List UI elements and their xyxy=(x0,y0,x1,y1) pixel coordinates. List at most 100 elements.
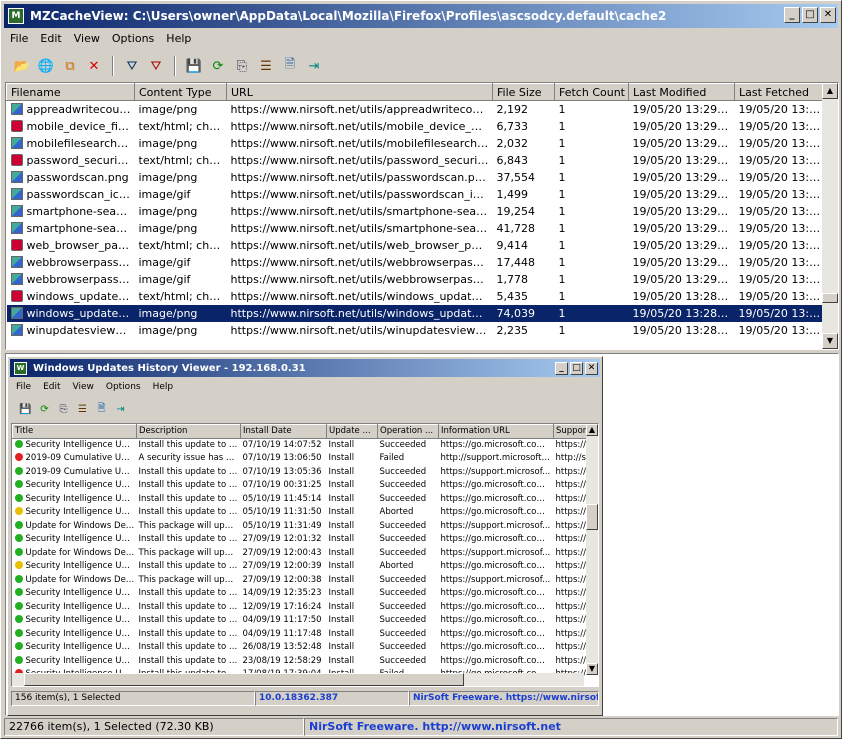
updates-column-header[interactable]: Information URL xyxy=(438,424,554,439)
updates-column-header[interactable]: Operation ... xyxy=(377,424,439,439)
updates-scroll-down[interactable]: ▼ xyxy=(586,663,598,675)
updates-scroll-up[interactable]: ▲ xyxy=(586,424,598,436)
child-minimize-button[interactable]: _ xyxy=(555,362,568,375)
updates-row[interactable]: Security Intelligence Upd...Install this… xyxy=(13,533,599,547)
column-header-file-size[interactable]: File Size xyxy=(492,83,555,101)
child-properties-icon[interactable]: ☰ xyxy=(75,402,90,417)
scroll-up-arrow[interactable]: ▲ xyxy=(822,83,838,99)
updates-row[interactable]: Security Intelligence Upd...Install this… xyxy=(13,506,599,520)
updates-row[interactable]: Security Intelligence Upd...Install this… xyxy=(13,600,599,614)
updates-cell: Succeeded xyxy=(379,534,427,545)
properties-icon[interactable]: ☰ xyxy=(256,56,276,76)
status-credit[interactable]: NirSoft Freeware. http://www.nirsoft.net xyxy=(304,718,838,736)
main-titlebar[interactable]: M MZCacheView: C:\Users\owner\AppData\Lo… xyxy=(4,4,838,28)
updates-row[interactable]: Security Intelligence Upd...Install this… xyxy=(13,560,599,574)
delete-icon[interactable]: ✕ xyxy=(84,56,104,76)
filter-remove-icon[interactable]: ⛛ xyxy=(146,56,166,76)
updates-column-header[interactable]: Title xyxy=(12,424,137,439)
table-row[interactable]: passwordscan_ico... image/gif https://www.… xyxy=(7,186,825,203)
table-row[interactable]: windows_updates_h...image/pnghttps://www… xyxy=(6,304,825,322)
table-row[interactable]: mobilefilesearch_ic... image/png https://w… xyxy=(7,135,825,152)
globe-icon[interactable]: 🌐 xyxy=(36,56,56,76)
menu-edit[interactable]: Edit xyxy=(34,31,67,49)
table-row[interactable]: webbrowserpassvi... image/gif https://www.… xyxy=(7,254,825,271)
cache-list[interactable]: Filename Content Type URL File Size Fetch Co… xyxy=(5,82,839,350)
copy-files-icon[interactable]: ⧉ xyxy=(60,56,80,76)
menu-view[interactable]: View xyxy=(68,31,106,49)
column-header-url[interactable]: URL xyxy=(226,83,493,101)
menu-help[interactable]: Help xyxy=(160,31,197,49)
child-titlebar[interactable]: W Windows Updates History Viewer - 192.1… xyxy=(10,359,600,377)
updates-row[interactable]: Security Intelligence Upd...Install this… xyxy=(13,438,599,452)
updates-list[interactable]: Title Description Install Date Update ... Op… xyxy=(11,423,599,687)
updates-row[interactable]: Update for Windows Def... This package wi… xyxy=(13,546,599,560)
table-row[interactable]: mobile_device_file... text/html; cha... ht… xyxy=(7,118,825,135)
table-row[interactable]: web_browser_pass... text/html; cha... http… xyxy=(7,237,825,254)
column-header-last-fetched[interactable]: Last Fetched xyxy=(734,83,825,101)
table-row[interactable]: winupdatesview_ic... image/png https://www… xyxy=(7,322,825,339)
updates-row[interactable]: Update for Windows Def... This package wi… xyxy=(13,519,599,533)
menu-options[interactable]: Options xyxy=(106,31,160,49)
updates-scroll-thumb[interactable] xyxy=(586,504,598,530)
updates-row[interactable]: Security Intelligence Upd...Install this… xyxy=(13,479,599,493)
child-menu-view[interactable]: View xyxy=(67,381,100,399)
table-row[interactable]: windows_updates_... text/html; cha... http… xyxy=(7,288,825,305)
child-exit-icon[interactable]: ⇥ xyxy=(113,402,128,417)
updates-cell: 05/10/19 11:31:49 xyxy=(242,520,322,531)
updates-row[interactable]: Security Intelligence Upd...Install this… xyxy=(13,627,599,641)
html-file-icon xyxy=(10,119,23,132)
child-save-icon[interactable]: 💾 xyxy=(18,402,33,417)
exit-icon[interactable]: ⇥ xyxy=(304,56,324,76)
child-menu-file[interactable]: File xyxy=(10,381,37,399)
child-refresh-icon[interactable]: ⟳ xyxy=(37,402,52,417)
table-cell: 2,192 xyxy=(496,102,529,116)
child-menu-help[interactable]: Help xyxy=(147,381,180,399)
open-folder-icon[interactable]: 📂 xyxy=(12,56,32,76)
column-header-fetch-count[interactable]: Fetch Count xyxy=(554,83,629,101)
html-report-icon[interactable]: 🗎 xyxy=(280,56,300,76)
table-row[interactable]: passwordscan.png image/png https://www.nir… xyxy=(7,169,825,186)
child-maximize-button[interactable]: □ xyxy=(570,362,583,375)
column-header-content-type[interactable]: Content Type xyxy=(134,83,227,101)
table-cell: image/png xyxy=(138,170,198,184)
save-icon[interactable]: 💾 xyxy=(184,56,204,76)
child-copy-icon[interactable]: ⎘ xyxy=(56,402,71,417)
close-button[interactable]: ✕ xyxy=(820,7,836,23)
table-row[interactable]: smartphone-searc... image/png https://www.… xyxy=(7,203,825,220)
child-html-report-icon[interactable]: 🗎 xyxy=(94,402,109,417)
copy-icon[interactable]: ⎘ xyxy=(232,56,252,76)
child-close-button[interactable]: ✕ xyxy=(585,362,598,375)
table-row[interactable]: appreadwritecount... image/png https://www… xyxy=(7,101,825,118)
column-header-last-modified[interactable]: Last Modified xyxy=(628,83,735,101)
minimize-button[interactable]: _ xyxy=(784,7,800,23)
updates-hscroll-thumb[interactable] xyxy=(24,673,464,686)
updates-column-header[interactable]: Update ... xyxy=(326,424,378,439)
updates-column-header[interactable]: Install Date xyxy=(240,424,327,439)
table-row[interactable]: smartphone-searc... image/png https://www.… xyxy=(7,220,825,237)
updates-row[interactable]: Security Intelligence Upd...Install this… xyxy=(13,614,599,628)
updates-row[interactable]: 2019-09 Cumulative Upd... Install this up… xyxy=(13,465,599,479)
updates-row[interactable]: Security Intelligence Upd...Install this… xyxy=(13,654,599,668)
maximize-button[interactable]: □ xyxy=(802,7,818,23)
menu-file[interactable]: File xyxy=(4,31,34,49)
refresh-icon[interactable]: ⟳ xyxy=(208,56,228,76)
scroll-down-arrow[interactable]: ▼ xyxy=(822,333,838,349)
column-header-filename[interactable]: Filename xyxy=(6,83,135,101)
table-row[interactable]: password_security... text/html; cha... htt… xyxy=(7,152,825,169)
cache-list-scrollbar[interactable]: ▲ ▼ xyxy=(822,83,838,349)
updates-row[interactable]: Security Intelligence Upd...Install this… xyxy=(13,492,599,506)
updates-row[interactable]: Update for Windows Def... This package wi… xyxy=(13,573,599,587)
child-menu-edit[interactable]: Edit xyxy=(37,381,66,399)
scroll-thumb[interactable] xyxy=(822,293,838,303)
updates-row[interactable]: Security Intelligence Upd...Install this… xyxy=(13,641,599,655)
child-status-credit[interactable]: NirSoft Freeware. https://www.nirsoft.n xyxy=(409,691,599,706)
table-row[interactable]: webbrowserpassvi... image/gif https://www.… xyxy=(7,271,825,288)
updates-row[interactable]: Security Intelligence Upd...Install this… xyxy=(13,587,599,601)
updates-cell: Security Intelligence Upd... xyxy=(13,533,137,547)
updates-hscroll[interactable] xyxy=(12,673,584,686)
child-menu-options[interactable]: Options xyxy=(100,381,147,399)
filter-icon[interactable]: ⛛ xyxy=(122,56,142,76)
updates-column-header[interactable]: Description xyxy=(136,424,241,439)
updates-vscroll[interactable]: ▲ ▼ xyxy=(586,424,598,675)
updates-row[interactable]: 2019-09 Cumulative Upd... A security issu… xyxy=(13,452,599,466)
